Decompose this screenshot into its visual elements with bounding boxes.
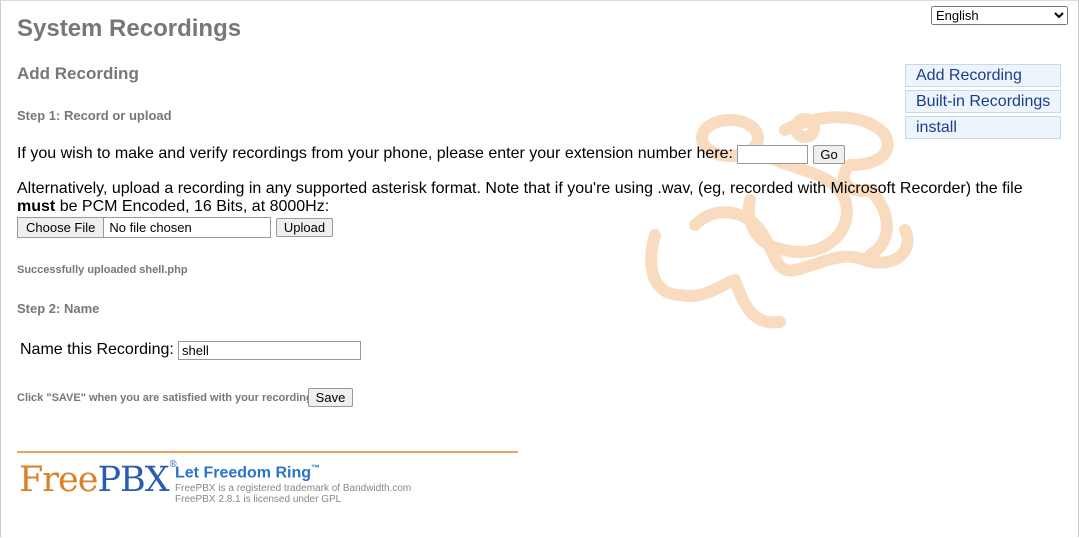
page-subtitle: Add Recording	[17, 64, 139, 83]
tagline-tm: ™	[311, 463, 321, 473]
save-hint: Click "SAVE" when you are satisfied with…	[17, 392, 313, 404]
step1-label: Step 1: Record or upload	[17, 108, 172, 123]
upload-text-must: must	[17, 198, 56, 215]
step2-label: Step 2: Name	[17, 301, 100, 316]
page-title: System Recordings	[17, 15, 242, 42]
sidebar: Add Recording Built-in Recordings instal…	[905, 64, 1061, 142]
freepbx-logo[interactable]: FreePBX®	[19, 460, 178, 500]
sidebar-item-built-in-recordings[interactable]: Built-in Recordings	[905, 90, 1061, 113]
recording-name-input[interactable]	[178, 341, 361, 360]
footer-divider	[17, 451, 518, 453]
frog-watermark-icon	[645, 111, 914, 329]
sidebar-item-install[interactable]: install	[905, 116, 1061, 139]
name-label: Name this Recording:	[20, 341, 174, 358]
logo-free: Free	[19, 460, 98, 500]
upload-button[interactable]: Upload	[276, 218, 333, 237]
extension-input[interactable]	[737, 145, 808, 164]
tagline-text: Let Freedom Ring	[175, 464, 312, 482]
footer-tagline: Let Freedom Ring™	[175, 463, 320, 482]
save-button[interactable]: Save	[308, 388, 353, 407]
file-input[interactable]: Choose File No file chosen	[17, 217, 271, 238]
language-select[interactable]: English	[931, 6, 1068, 25]
footer-license: FreePBX 2.8.1 is licensed under GPL	[175, 494, 342, 505]
phone-instructions: If you wish to make and verify recording…	[17, 145, 733, 162]
sidebar-item-add-recording[interactable]: Add Recording	[905, 64, 1061, 87]
file-name-label: No file chosen	[109, 220, 192, 235]
upload-status: Successfully uploaded shell.php	[17, 264, 188, 276]
upload-text-b: be PCM Encoded, 16 Bits, at 8000Hz:	[59, 198, 330, 215]
go-button[interactable]: Go	[813, 145, 845, 164]
logo-pbx: PBX	[97, 460, 169, 500]
choose-file-button[interactable]: Choose File	[18, 218, 105, 237]
upload-text-a: Alternatively, upload a recording in any…	[17, 180, 1023, 197]
upload-instructions: Alternatively, upload a recording in any…	[17, 180, 1057, 216]
footer-trademark: FreePBX is a registered trademark of Ban…	[175, 483, 412, 494]
